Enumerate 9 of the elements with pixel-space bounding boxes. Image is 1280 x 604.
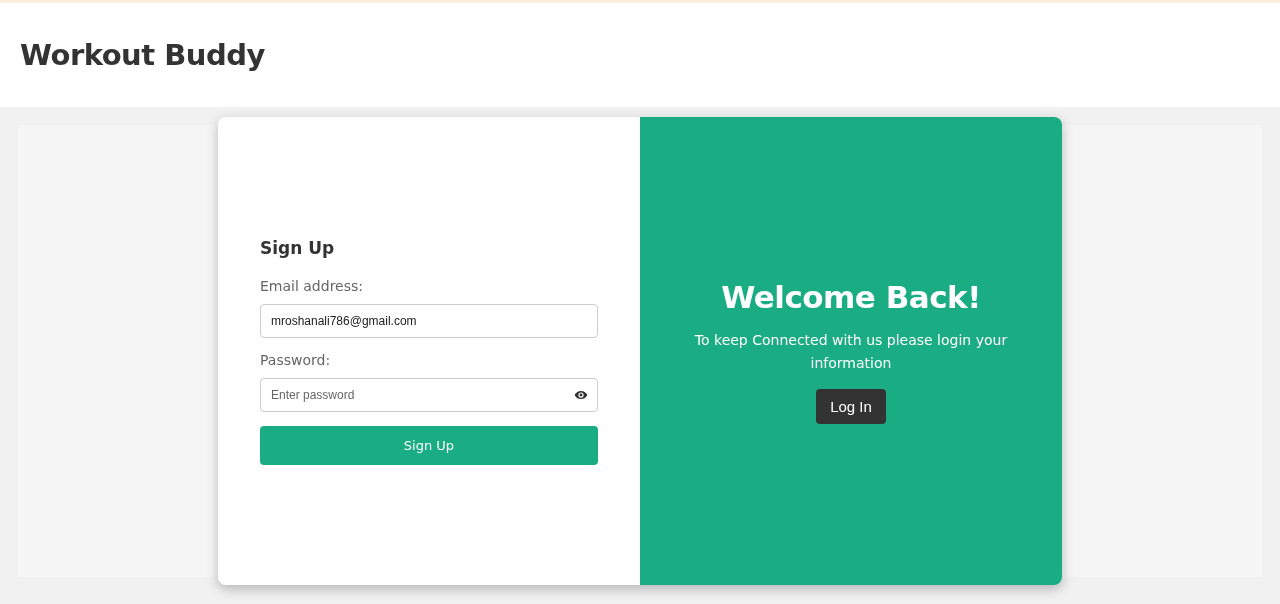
- site-title: Workout Buddy: [20, 38, 265, 72]
- log-in-button[interactable]: Log In: [816, 388, 886, 424]
- field-label: Password:: [260, 351, 332, 368]
- field-label: Email address:: [260, 277, 364, 294]
- welcome-text: To keep Connected with us please login your information: [693, 330, 1009, 373]
- email-field[interactable]: mroshanali786@gmail.com: [260, 303, 598, 338]
- form-heading: Sign Up: [260, 237, 336, 258]
- password-field[interactable]: Enter password: [260, 377, 598, 412]
- welcome-heading: Welcome Back!: [721, 278, 981, 315]
